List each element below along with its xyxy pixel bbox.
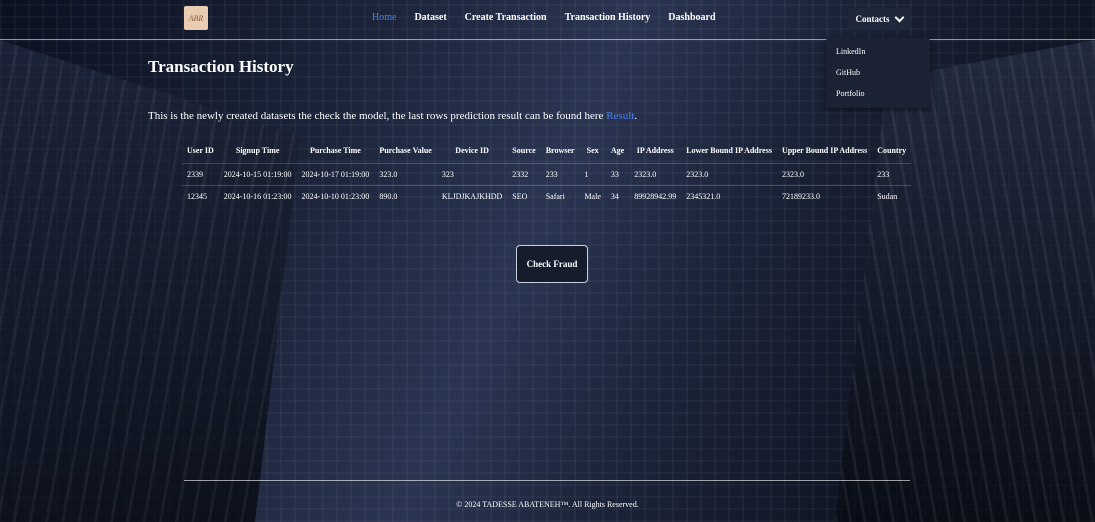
col-country: Country <box>877 146 907 155</box>
col-browser: Browser <box>545 146 575 155</box>
intro-text: This is the newly created datasets the c… <box>148 110 637 122</box>
cell-purchase-time: 2024-10-17 01:19:00 <box>296 163 375 186</box>
col-age: Age <box>610 146 625 155</box>
cell-sex: Male <box>579 185 606 207</box>
cell-device-id: KLJDJKAJKHDD <box>436 185 508 207</box>
col-ip-address: IP Address <box>636 146 674 155</box>
background-building-right <box>835 40 1095 522</box>
cell-signup-time: 2024-10-15 01:19:00 <box>218 163 297 186</box>
contacts-dropdown-button[interactable]: Contacts <box>848 8 910 30</box>
contacts-label: Contacts <box>855 14 890 24</box>
table-header-row: User ID Signup Time Purchase Time Purcha… <box>182 144 911 164</box>
nav-transaction-history[interactable]: Transaction History <box>565 12 651 23</box>
cell-upper-bound-ip: 2323.0 <box>776 163 873 186</box>
nav-create-transaction[interactable]: Create Transaction <box>465 12 547 23</box>
footer-divider <box>184 480 910 481</box>
chevron-down-icon <box>894 12 904 23</box>
intro-sentence: This is the newly created datasets the c… <box>148 110 607 122</box>
nav-home[interactable]: Home <box>372 12 396 23</box>
logo[interactable]: ABR <box>184 6 208 30</box>
col-source: Source <box>512 146 536 155</box>
col-sex: Sex <box>586 146 599 155</box>
footer-copyright: © 2024 TADESSE ABATENEH™. All Rights Res… <box>456 500 639 509</box>
cell-country: Sudan <box>872 185 912 207</box>
cell-signup-time: 2024-10-16 01:23:00 <box>218 185 297 207</box>
contacts-menu: LinkedIn GitHub Portfolio <box>826 38 930 108</box>
col-device-id: Device ID <box>455 146 489 155</box>
nav-dataset[interactable]: Dataset <box>414 12 446 23</box>
cell-source: 2332 <box>507 163 541 186</box>
cell-sex: 1 <box>579 163 606 186</box>
cell-country: 233 <box>872 163 912 186</box>
cell-source: SEO <box>507 185 541 207</box>
cell-age: 34 <box>605 185 630 207</box>
check-fraud-button[interactable]: Check Fraud <box>516 245 588 283</box>
cell-purchase-value: 890.0 <box>374 185 437 207</box>
col-purchase-time: Purchase Time <box>309 146 361 155</box>
col-upper-bound-ip: Upper Bound IP Address <box>781 146 868 155</box>
col-lower-bound-ip: Lower Bound IP Address <box>686 146 772 155</box>
cell-ip-address: 89928942.99 <box>629 185 682 207</box>
cell-purchase-time: 2024-10-10 01:23:00 <box>296 185 375 207</box>
cell-user-id: 2339 <box>182 163 219 186</box>
cell-device-id: 323 <box>436 163 508 186</box>
col-signup-time: Signup Time <box>235 146 280 155</box>
cell-browser: 233 <box>540 163 580 186</box>
cell-ip-address: 2323.0 <box>629 163 682 186</box>
table-row: 2339 2024-10-15 01:19:00 2024-10-17 01:1… <box>182 163 912 186</box>
menu-item-linkedin[interactable]: LinkedIn <box>836 47 865 56</box>
nav-links: Home Dataset Create Transaction Transact… <box>372 12 734 23</box>
col-user-id: User ID <box>187 146 214 155</box>
intro-period: . <box>634 110 638 122</box>
navbar: ABR Home Dataset Create Transaction Tran… <box>0 0 1095 40</box>
menu-item-portfolio[interactable]: Portfolio <box>836 89 864 98</box>
cell-purchase-value: 323.0 <box>374 163 437 186</box>
table-row: 12345 2024-10-16 01:23:00 2024-10-10 01:… <box>182 185 912 207</box>
cell-upper-bound-ip: 72189233.0 <box>776 185 873 207</box>
cell-lower-bound-ip: 2323.0 <box>681 163 777 186</box>
cell-user-id: 12345 <box>182 185 219 207</box>
cell-age: 33 <box>605 163 630 186</box>
cell-browser: Safari <box>540 185 580 207</box>
menu-item-github[interactable]: GitHub <box>836 68 860 77</box>
page-title: Transaction History <box>148 57 294 76</box>
nav-dashboard[interactable]: Dashboard <box>668 12 715 23</box>
transaction-table: User ID Signup Time Purchase Time Purcha… <box>182 144 912 207</box>
cell-lower-bound-ip: 2345321.0 <box>681 185 777 207</box>
result-link[interactable]: Result <box>606 110 634 122</box>
col-purchase-value: Purchase Value <box>379 146 432 155</box>
